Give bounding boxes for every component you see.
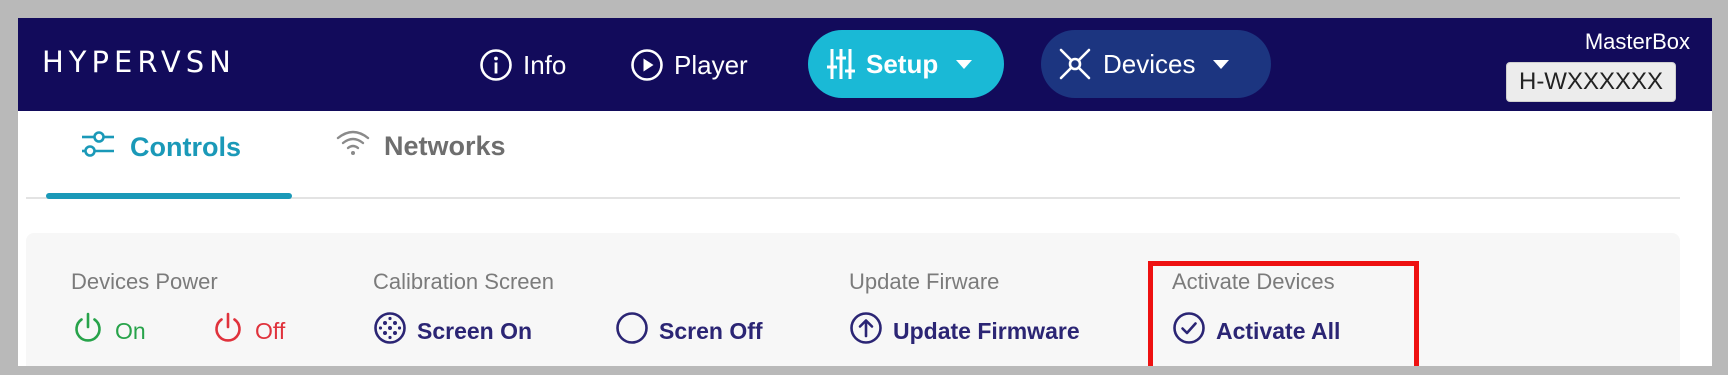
tab-controls[interactable]: Controls xyxy=(80,129,241,166)
screen-off-label: Scren Off xyxy=(659,317,763,344)
power-off-label: Off xyxy=(255,317,286,344)
masterbox-label: MasterBox xyxy=(1584,29,1690,54)
device-fan-icon xyxy=(1057,46,1093,82)
masterbox-id-selector[interactable]: H-WXXXXXX xyxy=(1506,62,1676,102)
power-icon xyxy=(71,311,105,351)
highlight-box xyxy=(1148,261,1419,366)
update-firmware-title: Update Firware xyxy=(849,269,1000,294)
power-off-button[interactable]: Off xyxy=(211,311,285,351)
sliders-icon xyxy=(80,129,116,166)
update-firmware-label: Update Firmware xyxy=(893,317,1080,344)
app-window: HYPERVSN Info Player Setup Devices Maste… xyxy=(18,18,1712,366)
info-icon xyxy=(479,48,513,82)
empty-circle-icon xyxy=(615,311,649,351)
upload-arrow-icon xyxy=(849,311,883,351)
play-icon xyxy=(630,48,664,82)
nav-setup-dropdown[interactable]: Setup xyxy=(808,30,1004,98)
nav-info-label: Info xyxy=(523,49,567,80)
nav-devices-label: Devices xyxy=(1103,48,1196,79)
screen-on-label: Screen On xyxy=(417,317,533,344)
screen-on-button[interactable]: Screen On xyxy=(373,311,532,351)
calibration-grid-icon xyxy=(373,311,407,351)
tab-bar: Controls Networks xyxy=(26,111,1680,199)
calibration-screen-title: Calibration Screen xyxy=(373,269,554,294)
update-firmware-button[interactable]: Update Firmware xyxy=(849,311,1080,351)
tune-icon xyxy=(826,47,856,81)
power-icon xyxy=(211,311,245,351)
nav-info-button[interactable]: Info xyxy=(479,42,566,88)
power-on-label: On xyxy=(115,317,146,344)
active-tab-indicator xyxy=(46,193,292,199)
nav-devices-dropdown[interactable]: Devices xyxy=(1041,30,1271,98)
tab-networks-label: Networks xyxy=(384,131,506,161)
nav-setup-label: Setup xyxy=(866,48,939,79)
tab-networks[interactable]: Networks xyxy=(336,129,506,164)
top-navigation-bar: HYPERVSN Info Player Setup Devices Maste… xyxy=(18,18,1712,111)
controls-panel: Devices Power On Off Calibration Screen xyxy=(26,233,1680,366)
screen-off-button[interactable]: Scren Off xyxy=(615,311,763,351)
chevron-down-icon xyxy=(1213,59,1230,69)
chevron-down-icon xyxy=(956,59,973,69)
brand-logo: HYPERVSN xyxy=(42,45,236,79)
wifi-icon xyxy=(336,129,370,164)
nav-player-label: Player xyxy=(674,49,748,80)
devices-power-title: Devices Power xyxy=(71,269,218,294)
tab-controls-label: Controls xyxy=(130,132,241,162)
nav-player-button[interactable]: Player xyxy=(630,42,748,88)
power-on-button[interactable]: On xyxy=(71,311,146,351)
